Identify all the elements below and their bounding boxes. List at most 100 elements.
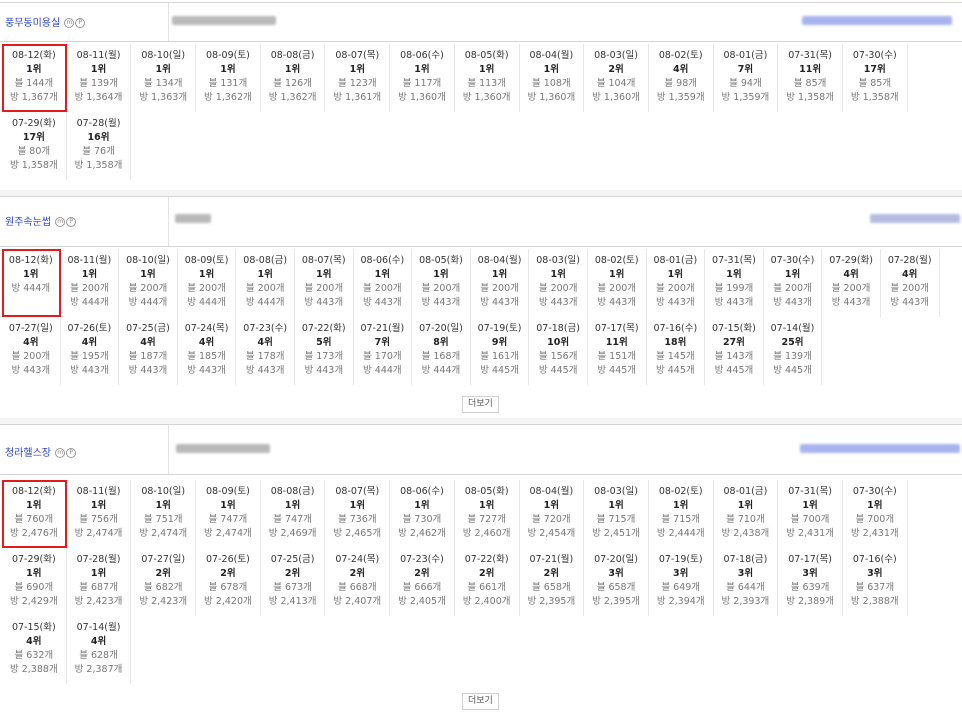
rank-cell: 08-07(목) 1위 블 736개 방 2,465개 xyxy=(325,480,391,548)
rank-cell: 08-07(목) 1위 블 200개 방 443개 xyxy=(295,249,354,317)
keyword-title[interactable]: 원주속눈썹 mP xyxy=(5,213,77,228)
bang-count: 방 2,389개 xyxy=(786,596,834,607)
rank-cell: 08-05(화) 1위 블 200개 방 443개 xyxy=(412,249,471,317)
rank-date: 07-20(일) xyxy=(594,554,638,565)
bang-count: 방 445개 xyxy=(538,365,578,376)
bang-count: 방 1,358개 xyxy=(74,160,123,171)
bang-count: 방 1,361개 xyxy=(333,92,382,103)
rank-position: 17위 xyxy=(22,132,45,143)
more-button[interactable]: 더보기 xyxy=(462,396,499,413)
bang-count: 방 1,360개 xyxy=(527,92,576,103)
rank-date: 08-10(일) xyxy=(126,255,170,266)
rank-cell: 08-09(토) 1위 블 200개 방 444개 xyxy=(178,249,237,317)
rank-date: 08-03(일) xyxy=(594,50,638,61)
rank-position: 1위 xyxy=(26,64,42,75)
keyword-title-text[interactable]: 청라헬스장 xyxy=(5,448,51,459)
rank-cell: 07-20(일) 3위 블 658개 방 2,395개 xyxy=(584,548,649,616)
blog-count: 블 690개 xyxy=(14,582,54,593)
blog-count: 블 200개 xyxy=(831,283,871,294)
rank-cell: 07-31(목) 1위 블 700개 방 2,431개 xyxy=(778,480,843,548)
rank-date: 07-25(금) xyxy=(126,323,170,334)
rank-cell: 07-14(월) 25위 블 139개 방 445개 xyxy=(764,317,823,385)
rank-position: 1위 xyxy=(867,500,883,511)
bang-count: 방 2,465개 xyxy=(333,528,382,539)
blurred-text xyxy=(176,444,270,453)
rank-position: 7위 xyxy=(374,337,391,348)
blog-count: 블 200개 xyxy=(363,283,402,294)
keyword-title-text[interactable]: 원주속눈썹 xyxy=(5,217,51,228)
blog-count: 블 682개 xyxy=(143,582,183,593)
rank-date: 07-23(수) xyxy=(400,554,444,565)
rank-position: 1위 xyxy=(220,500,236,511)
rank-position: 1위 xyxy=(543,64,560,75)
rank-cell: 07-27(일) 4위 블 200개 방 443개 xyxy=(2,317,61,385)
rank-position: 2위 xyxy=(220,568,236,579)
blog-count: 블 756개 xyxy=(79,514,118,525)
header-divider xyxy=(168,197,169,246)
keyword-section-1: 풍무동미용실 mP 08-12(화) 1위 블 144개 방 1,367개 08-11(… xyxy=(0,2,962,190)
bang-count: 방 2,474개 xyxy=(204,528,252,539)
blog-count: 블 700개 xyxy=(855,514,895,525)
bang-count: 방 2,413개 xyxy=(268,596,317,607)
rank-cell: 07-30(수) 1위 블 700개 방 2,431개 xyxy=(843,480,908,548)
rank-cell: 08-01(금) 1위 블 200개 방 443개 xyxy=(647,249,706,317)
bang-count: 방 443개 xyxy=(187,365,226,376)
rank-cell: 07-17(목) 3위 블 639개 방 2,389개 xyxy=(778,548,843,616)
blog-count: 블 168개 xyxy=(421,351,461,362)
blurred-link xyxy=(802,16,952,25)
keyword-title-text[interactable]: 풍무동미용실 xyxy=(5,18,60,29)
rank-cell: 07-14(월) 4위 블 628개 방 2,387개 xyxy=(67,616,132,684)
blog-count: 블 144개 xyxy=(14,78,54,89)
blog-count: 블 151개 xyxy=(597,351,637,362)
rank-position: 11위 xyxy=(605,337,628,348)
bang-count: 방 444개 xyxy=(421,365,461,376)
rank-date: 08-08(금) xyxy=(243,255,288,266)
keyword-title[interactable]: 청라헬스장 mP xyxy=(5,444,77,459)
blog-count: 블 170개 xyxy=(363,351,402,362)
rank-position: 4위 xyxy=(198,337,215,348)
rank-date: 07-20(일) xyxy=(419,323,463,334)
more-button[interactable]: 더보기 xyxy=(462,693,499,710)
blog-count: 블 200개 xyxy=(890,283,930,294)
keyword-header: 청라헬스장 mP xyxy=(0,424,962,475)
rank-date: 08-09(토) xyxy=(206,486,250,497)
rank-cell: 08-03(일) 2위 블 104개 방 1,360개 xyxy=(584,44,649,112)
rank-position: 2위 xyxy=(478,568,495,579)
rank-position: 1위 xyxy=(284,500,301,511)
header-divider xyxy=(168,3,169,41)
rank-position: 3위 xyxy=(802,568,818,579)
bang-count: 방 2,431개 xyxy=(786,528,834,539)
keyword-title[interactable]: 풍무동미용실 mP xyxy=(5,14,86,29)
rank-date: 07-29(화) xyxy=(11,554,56,565)
rank-position: 3위 xyxy=(737,568,754,579)
rank-cell: 08-09(토) 1위 블 747개 방 2,474개 xyxy=(196,480,261,548)
rank-position: 1위 xyxy=(90,64,107,75)
pc-badge-icon: P xyxy=(66,448,77,458)
rank-date: 07-27(일) xyxy=(141,554,186,565)
blog-count: 블 678개 xyxy=(208,582,248,593)
rank-cell: 07-18(금) 10위 블 156개 방 445개 xyxy=(529,317,588,385)
rank-cell: 07-20(일) 8위 블 168개 방 444개 xyxy=(412,317,471,385)
rank-position: 2위 xyxy=(414,568,430,579)
rank-cell: 07-31(목) 11위 블 85개 방 1,358개 xyxy=(778,44,843,112)
blog-count: 블 200개 xyxy=(656,283,695,294)
keyword-section-3: 청라헬스장 mP 08-12(화) 1위 블 760개 방 2,476개 08-11(월… xyxy=(0,424,962,717)
blog-count: 블 139개 xyxy=(773,351,812,362)
rank-cell: 08-04(월) 1위 블 200개 방 443개 xyxy=(471,249,530,317)
rank-date: 07-16(수) xyxy=(852,554,897,565)
rank-cell: 08-09(토) 1위 블 131개 방 1,362개 xyxy=(196,44,261,112)
rank-position: 27위 xyxy=(722,337,745,348)
bang-count: 방 2,451개 xyxy=(592,528,640,539)
bang-count: 방 443개 xyxy=(714,297,754,308)
blog-count: 블 94개 xyxy=(729,78,762,89)
blog-count: 블 187개 xyxy=(128,351,168,362)
blog-count: 블 658개 xyxy=(532,582,571,593)
rank-date: 07-26(토) xyxy=(206,554,250,565)
rank-cell: 08-10(일) 1위 블 200개 방 444개 xyxy=(119,249,178,317)
rank-date: 07-18(금) xyxy=(723,554,768,565)
blurred-text xyxy=(172,16,276,25)
rank-cell: 07-29(화) 17위 블 80개 방 1,358개 xyxy=(2,112,67,180)
bang-count: 방 2,395개 xyxy=(527,596,576,607)
blog-count: 블 195개 xyxy=(70,351,109,362)
blog-count: 블 637개 xyxy=(855,582,895,593)
